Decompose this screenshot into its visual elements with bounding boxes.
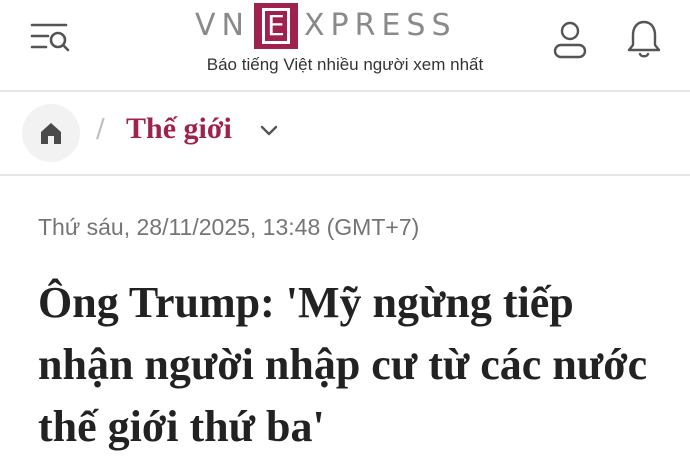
home-icon	[41, 123, 61, 144]
logo-mark-letter: E	[261, 8, 290, 44]
section-link-the-gioi[interactable]: Thế giới	[126, 112, 232, 146]
home-button[interactable]	[22, 104, 80, 162]
breadcrumb-separator: /	[96, 114, 105, 144]
article-date: Thứ sáu, 28/11/2025, 13:48 (GMT+7)	[38, 214, 420, 240]
breadcrumb: / Thế giới	[0, 92, 690, 176]
tagline-text: Báo tiếng Việt nhiều người xem nhất	[206, 55, 484, 74]
logo-text-right: XPRESS	[303, 8, 457, 43]
article-title: Ông Trump: 'Mỹ ngừng tiếp nhận người nhậ…	[38, 278, 648, 451]
user-icon[interactable]	[552, 20, 588, 60]
menu-search-icon[interactable]	[30, 20, 72, 54]
site-header: VN E XPRESS Báo tiếng Việt nhiều người x…	[0, 0, 690, 92]
chevron-down-icon[interactable]	[259, 124, 279, 138]
bell-icon[interactable]	[625, 18, 663, 60]
site-logo[interactable]: VN E XPRESS	[195, 0, 495, 52]
logo-text-left: VN	[195, 8, 250, 43]
logo-mark: E	[253, 3, 298, 49]
